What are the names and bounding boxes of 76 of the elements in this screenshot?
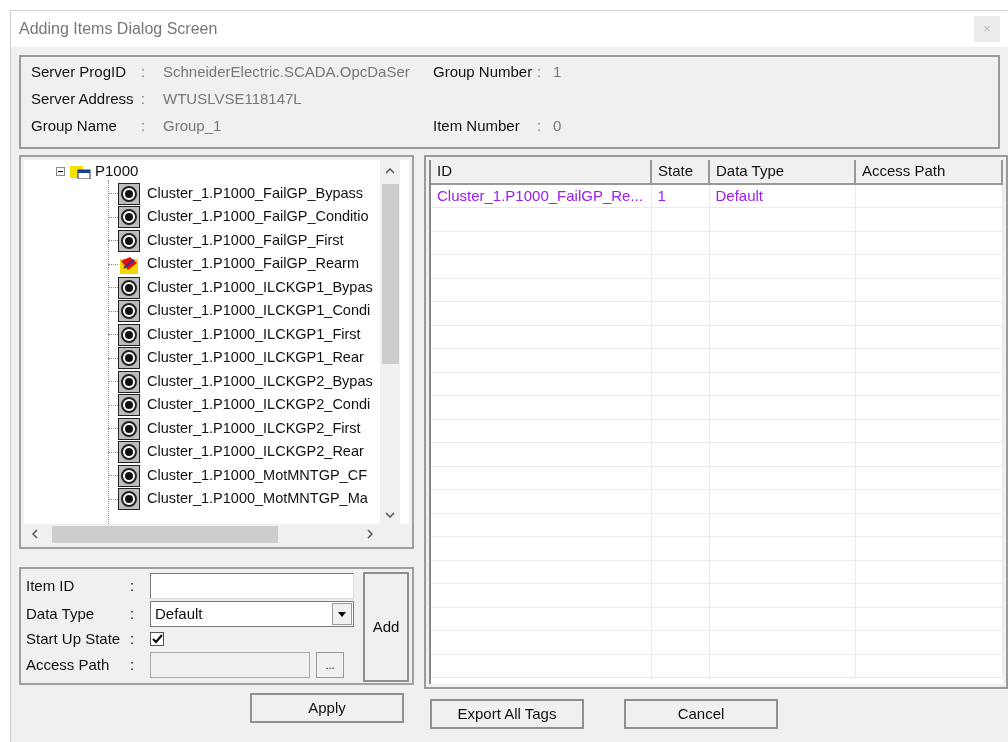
tree-item-label[interactable]: Cluster_1.P1000_FailGP_Conditio: [147, 206, 369, 229]
tree-item-label[interactable]: Cluster_1.P1000_ILCKGP2_Condi: [147, 394, 371, 417]
tree-item-label[interactable]: Cluster_1.P1000_ILCKGP2_Rear: [147, 441, 364, 464]
colon: :: [141, 63, 146, 82]
add-button[interactable]: Add: [363, 572, 409, 682]
field-label: Server Address: [31, 89, 135, 110]
colon: :: [537, 117, 542, 136]
radio-tag-icon: [118, 394, 140, 417]
folder-icon: [69, 163, 91, 179]
scroll-thumb[interactable]: [52, 525, 278, 543]
colon: :: [130, 575, 136, 596]
radio-tag-icon: [118, 206, 140, 229]
field-label: Group Number: [433, 62, 534, 83]
radio-tag-icon: [118, 182, 140, 205]
colon: :: [141, 117, 146, 136]
radio-tag-icon: [118, 229, 140, 252]
radio-tag-icon: [118, 300, 140, 323]
tree-item-label[interactable]: Cluster_1.P1000_ILCKGP1_Rear: [147, 347, 364, 370]
field-label: Item Number: [433, 116, 521, 137]
cancel-button[interactable]: Cancel: [624, 699, 778, 729]
tree-item-label[interactable]: Cluster_1.P1000_FailGP_Bypass: [147, 182, 363, 205]
dropdown-arrow-icon: [338, 611, 346, 617]
field-value: SchneiderElectric.SCADA.OpcDaSer: [163, 62, 410, 83]
apply-button[interactable]: Apply: [250, 693, 404, 723]
tree-item-label[interactable]: Cluster_1.P1000_ILCKGP2_First: [147, 417, 361, 440]
table-cell: Cluster_1.P1000_FailGP_Re...: [431, 183, 651, 208]
tree-item-label[interactable]: Cluster_1.P1000_ILCKGP2_Bypas: [147, 370, 373, 393]
data-type-dropdown[interactable]: Default: [150, 601, 354, 627]
colon: :: [141, 90, 146, 109]
radio-tag-icon: [118, 441, 140, 464]
column-header[interactable]: State: [651, 160, 709, 184]
field-value: 1: [553, 62, 562, 83]
colon: :: [130, 654, 136, 675]
collapse-icon[interactable]: [56, 166, 65, 176]
colon: :: [130, 628, 136, 649]
scroll-up-icon[interactable]: [385, 168, 395, 174]
column-header[interactable]: ID: [431, 160, 651, 184]
field-label: Item ID: [26, 575, 76, 596]
colon: :: [130, 603, 136, 624]
tree-item-label[interactable]: Cluster_1.P1000_FailGP_Rearm: [147, 253, 359, 276]
table-cell: 1: [651, 183, 709, 208]
field-value: 0: [553, 116, 562, 137]
scroll-right-icon[interactable]: [367, 529, 373, 539]
vertical-scrollbar[interactable]: [380, 160, 400, 524]
column-header[interactable]: Data Type: [709, 160, 855, 184]
tree-item-label[interactable]: Cluster_1.P1000_FailGP_First: [147, 229, 344, 252]
field-label: Group Name: [31, 116, 118, 137]
tree-item-label[interactable]: Cluster_1.P1000_MotMNTGP_CF: [147, 464, 367, 487]
export-all-tags-button[interactable]: Export All Tags: [430, 699, 584, 729]
field-value: Group_1: [163, 116, 222, 137]
field-value: WTUSLVSE118147L: [163, 89, 302, 110]
radio-tag-icon: [118, 370, 140, 393]
radio-tag-icon: [118, 464, 140, 487]
table-cell: Default: [709, 183, 855, 208]
tree-item-label[interactable]: Cluster_1.P1000_ILCKGP1_Bypas: [147, 276, 373, 299]
tree-item-label[interactable]: Cluster_1.P1000_MotMNTGP_Ma: [147, 488, 368, 511]
colon: :: [537, 63, 542, 82]
item-id-field[interactable]: [150, 573, 354, 599]
radio-tag-icon: [118, 276, 140, 299]
field-label: Start Up State: [26, 628, 122, 649]
radio-tag-icon: [118, 323, 140, 346]
tree-node-label[interactable]: P1000: [95, 160, 139, 183]
radio-tag-icon: [118, 347, 140, 370]
tree-item-label[interactable]: Cluster_1.P1000_ILCKGP1_Condi: [147, 300, 371, 323]
scroll-down-icon[interactable]: [385, 512, 395, 518]
scroll-thumb[interactable]: [381, 184, 399, 364]
field-label: Server ProgID: [31, 62, 128, 83]
radio-tag-icon: [118, 417, 140, 440]
field-label: Access Path: [26, 654, 111, 675]
radio-tag-icon: [118, 488, 140, 511]
tree-item-label[interactable]: Cluster_1.P1000_ILCKGP1_First: [147, 323, 361, 346]
window-title: Adding Items Dialog Screen: [19, 19, 218, 39]
start-up-state-checkbox[interactable]: [150, 632, 164, 646]
column-header[interactable]: Access Path: [855, 160, 1002, 184]
field-label: Data Type: [26, 603, 96, 624]
scroll-left-icon[interactable]: [32, 529, 38, 539]
